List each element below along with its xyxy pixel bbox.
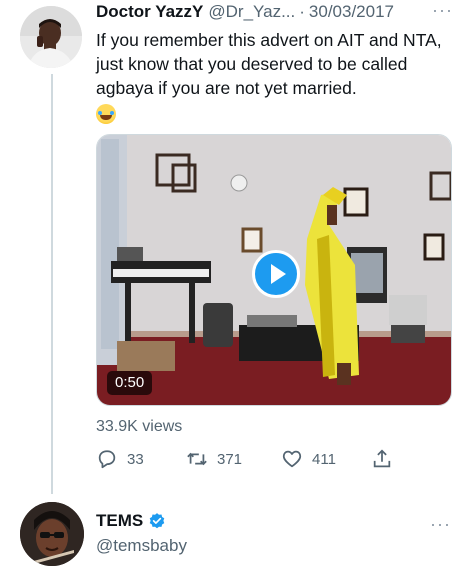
video-duration: 0:50 bbox=[107, 371, 153, 395]
tears-of-joy-emoji-icon bbox=[96, 104, 116, 124]
more-options-icon[interactable]: ··· bbox=[430, 514, 451, 535]
tweet-header: Doctor YazzY @Dr_Yaz... · 30/03/2017 bbox=[96, 2, 466, 26]
share-icon bbox=[373, 449, 391, 468]
play-button[interactable] bbox=[252, 250, 300, 298]
tweet-text: If you remember this advert on AIT and N… bbox=[96, 30, 442, 98]
like-count: 411 bbox=[312, 450, 336, 468]
avatar-photo bbox=[20, 502, 84, 566]
author-avatar[interactable] bbox=[20, 6, 82, 68]
reply-author-handle[interactable]: @temsbaby bbox=[96, 536, 187, 556]
share-button[interactable] bbox=[371, 446, 393, 472]
thread-connector-line bbox=[51, 74, 53, 494]
reply-header: TEMS bbox=[96, 511, 166, 531]
tweet-body: If you remember this advert on AIT and N… bbox=[96, 28, 456, 126]
reply-count: 33 bbox=[127, 450, 144, 468]
tweet-date[interactable]: 30/03/2017 bbox=[309, 2, 394, 22]
verified-badge-icon bbox=[149, 513, 165, 529]
like-button[interactable]: 411 bbox=[281, 446, 336, 472]
heart-icon bbox=[282, 450, 302, 468]
retweet-button[interactable]: 371 bbox=[186, 446, 242, 472]
video-player[interactable]: 0:50 bbox=[96, 134, 452, 406]
reply-button[interactable]: 33 bbox=[96, 446, 144, 472]
retweet-count: 371 bbox=[217, 450, 243, 468]
play-icon bbox=[270, 264, 286, 284]
reply-icon bbox=[98, 450, 116, 469]
retweet-icon bbox=[187, 452, 207, 466]
reply-author-avatar[interactable] bbox=[20, 502, 84, 566]
tweet-actions: 33 371 411 bbox=[96, 446, 396, 472]
more-options-icon[interactable]: ··· bbox=[432, 0, 465, 21]
header-separator: · bbox=[299, 2, 305, 21]
view-count: 33.9K views bbox=[96, 418, 183, 435]
avatar-photo bbox=[20, 6, 82, 68]
author-handle[interactable]: @Dr_Yaz... bbox=[208, 2, 295, 22]
author-name[interactable]: Doctor YazzY bbox=[96, 2, 203, 22]
reply-author-name[interactable]: TEMS bbox=[96, 511, 143, 531]
